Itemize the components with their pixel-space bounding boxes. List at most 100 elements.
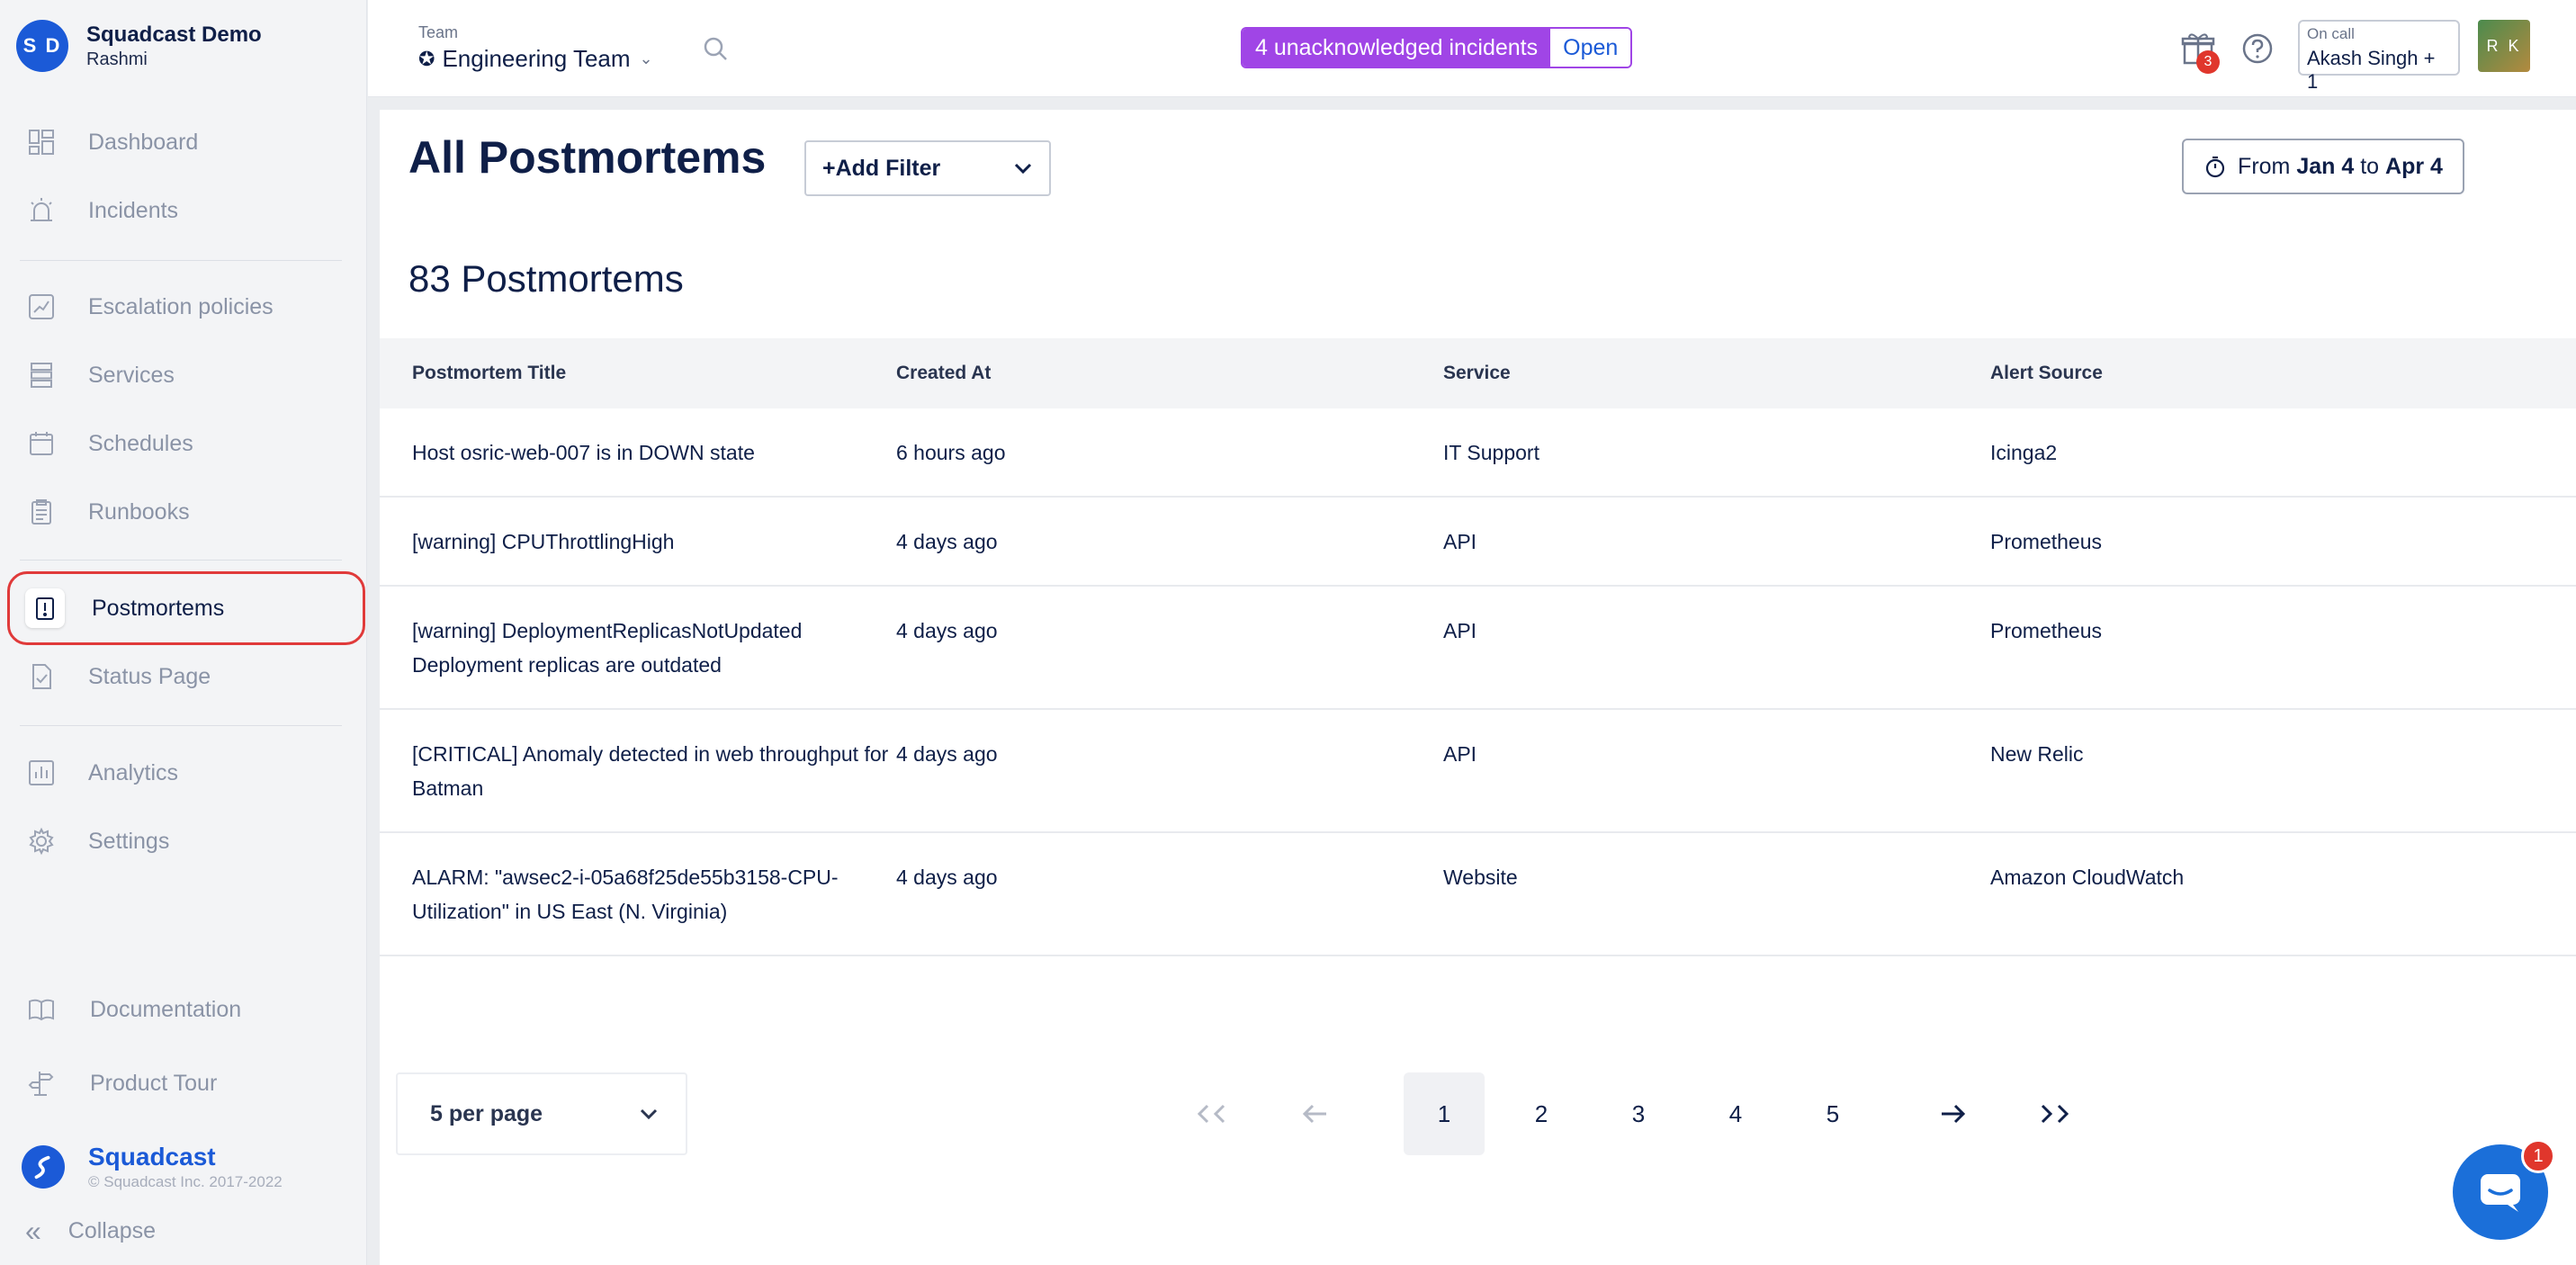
- main-content: All Postmortems +Add Filter From Jan 4 t…: [380, 110, 2576, 1265]
- sidebar-item-label: Documentation: [90, 996, 242, 1022]
- escalation-icon: [25, 291, 58, 323]
- sidebar-item-documentation[interactable]: Documentation: [25, 991, 241, 1027]
- last-page-button[interactable]: [2026, 1072, 2080, 1155]
- postmortems-table: Postmortem Title Created At Service Aler…: [380, 338, 2576, 956]
- next-page-button[interactable]: [1925, 1072, 1979, 1155]
- double-chevron-left-icon: «: [25, 1215, 41, 1247]
- date-from: Jan 4: [2296, 153, 2355, 179]
- postmortems-count: 83 Postmortems: [408, 257, 684, 300]
- service: IT Support: [1443, 441, 1539, 464]
- alert-source: Amazon CloudWatch: [1990, 866, 2185, 889]
- sidebar: S D Squadcast Demo Rashmi Dashboard Inci…: [0, 0, 367, 1265]
- sidebar-item-settings[interactable]: Settings: [25, 823, 169, 859]
- date-to-prefix: to: [2360, 153, 2380, 179]
- signpost-icon: [25, 1067, 58, 1099]
- previous-page-button[interactable]: [1288, 1072, 1342, 1155]
- on-call-label: On call: [2307, 25, 2355, 42]
- collapse-label: Collapse: [67, 1218, 157, 1243]
- alert-source: New Relic: [1990, 742, 2084, 766]
- sidebar-item-label: Incidents: [88, 197, 179, 223]
- chat-badge: 1: [2521, 1139, 2555, 1173]
- org-name: Squadcast Demo: [86, 22, 262, 47]
- sidebar-item-postmortems[interactable]: Postmortems: [25, 588, 224, 628]
- postmortem-title[interactable]: [CRITICAL] Anomaly detected in web throu…: [380, 737, 896, 805]
- per-page-select[interactable]: 5 per page: [396, 1072, 687, 1155]
- dashboard-icon: [25, 126, 58, 158]
- created-at: 4 days ago: [896, 866, 998, 889]
- gear-icon: [25, 825, 58, 857]
- date-range-picker[interactable]: From Jan 4 to Apr 4: [2182, 139, 2464, 194]
- postmortem-icon: [25, 588, 65, 628]
- service: API: [1443, 619, 1477, 642]
- sidebar-item-escalation-policies[interactable]: Escalation policies: [25, 289, 274, 325]
- sidebar-item-label: Product Tour: [90, 1070, 218, 1096]
- postmortem-title[interactable]: Host osric-web-007 is in DOWN state: [380, 435, 896, 470]
- sidebar-item-status-page[interactable]: Status Page: [25, 659, 211, 695]
- sidebar-item-dashboard[interactable]: Dashboard: [25, 124, 198, 160]
- table-row[interactable]: ALARM: "awsec2-i-05a68f25de55b3158-CPU-U…: [380, 833, 2576, 956]
- sidebar-item-product-tour[interactable]: Product Tour: [25, 1065, 217, 1101]
- sidebar-item-label: Analytics: [88, 759, 179, 785]
- alert-source: Prometheus: [1990, 530, 2103, 553]
- team-selector[interactable]: ✪ Engineering Team ⌄: [418, 45, 653, 73]
- divider: [20, 560, 342, 561]
- sidebar-item-label: Escalation policies: [88, 293, 274, 319]
- sidebar-item-label: Schedules: [88, 430, 193, 456]
- first-page-button[interactable]: [1188, 1072, 1242, 1155]
- postmortem-title[interactable]: [warning] CPUThrottlingHigh: [380, 525, 896, 559]
- page-title: All Postmortems: [408, 132, 767, 183]
- date-to: Apr 4: [2385, 153, 2443, 179]
- table-row[interactable]: [CRITICAL] Anomaly detected in web throu…: [380, 710, 2576, 833]
- org-switcher[interactable]: S D Squadcast Demo Rashmi: [16, 20, 262, 72]
- sidebar-item-runbooks[interactable]: Runbooks: [25, 494, 190, 530]
- table-row[interactable]: [warning] CPUThrottlingHigh 4 days ago A…: [380, 498, 2576, 587]
- add-filter-dropdown[interactable]: +Add Filter: [804, 140, 1051, 196]
- sidebar-item-incidents[interactable]: Incidents: [25, 193, 178, 229]
- brand-copyright: © Squadcast Inc. 2017-2022: [88, 1173, 283, 1190]
- double-chevron-left-icon: [1197, 1104, 1225, 1124]
- on-call-widget[interactable]: On call Akash Singh + 1: [2298, 20, 2460, 93]
- brand: Squadcast © Squadcast Inc. 2017-2022: [22, 1143, 283, 1191]
- add-filter-label: +Add Filter: [822, 155, 941, 181]
- unacknowledged-incidents-banner[interactable]: 4 unacknowledged incidents Open: [1241, 27, 1633, 68]
- date-from-prefix: From: [2238, 153, 2291, 179]
- double-chevron-right-icon: [2041, 1104, 2069, 1124]
- page-button-1[interactable]: 1: [1404, 1072, 1485, 1155]
- sidebar-item-label: Services: [88, 362, 175, 388]
- table-row[interactable]: [warning] DeploymentReplicasNotUpdated D…: [380, 587, 2576, 710]
- column-header[interactable]: Postmortem Title: [380, 363, 896, 384]
- collapse-button[interactable]: « Collapse: [25, 1215, 156, 1248]
- squadcast-logo-icon: [22, 1145, 65, 1189]
- notification-badge: 3: [2196, 50, 2220, 74]
- sidebar-item-schedules[interactable]: Schedules: [25, 426, 193, 462]
- analytics-icon: [25, 757, 58, 789]
- book-icon: [25, 993, 58, 1026]
- chevron-down-icon: ⌄: [639, 49, 653, 67]
- sidebar-item-services[interactable]: Services: [25, 357, 175, 393]
- column-header[interactable]: Created At: [896, 363, 1443, 384]
- incidents-count-text: 4 unacknowledged incidents: [1243, 29, 1551, 67]
- page-button-3[interactable]: 3: [1598, 1072, 1679, 1155]
- service: API: [1443, 742, 1477, 766]
- postmortem-title[interactable]: ALARM: "awsec2-i-05a68f25de55b3158-CPU-U…: [380, 860, 896, 929]
- column-header[interactable]: Service: [1443, 363, 1990, 384]
- alert-source: Icinga2: [1990, 441, 2058, 464]
- created-at: 4 days ago: [896, 619, 998, 642]
- postmortem-title[interactable]: [warning] DeploymentReplicasNotUpdated D…: [380, 614, 896, 682]
- sidebar-item-label: Runbooks: [88, 498, 190, 525]
- arrow-right-icon: [1942, 1104, 1966, 1124]
- column-header[interactable]: Alert Source: [1990, 363, 2530, 384]
- chat-icon: [2481, 1174, 2520, 1212]
- service: Website: [1443, 866, 1518, 889]
- help-icon[interactable]: [2240, 31, 2275, 66]
- team-icon: ✪: [418, 47, 435, 70]
- table-row[interactable]: Host osric-web-007 is in DOWN state 6 ho…: [380, 408, 2576, 498]
- open-incidents-button[interactable]: Open: [1550, 29, 1631, 67]
- page-button-4[interactable]: 4: [1695, 1072, 1776, 1155]
- page-button-5[interactable]: 5: [1792, 1072, 1873, 1155]
- search-icon[interactable]: [701, 34, 732, 65]
- page-button-2[interactable]: 2: [1501, 1072, 1582, 1155]
- user-avatar[interactable]: R K: [2478, 20, 2530, 72]
- team-name: Engineering Team: [442, 45, 631, 72]
- sidebar-item-analytics[interactable]: Analytics: [25, 755, 178, 791]
